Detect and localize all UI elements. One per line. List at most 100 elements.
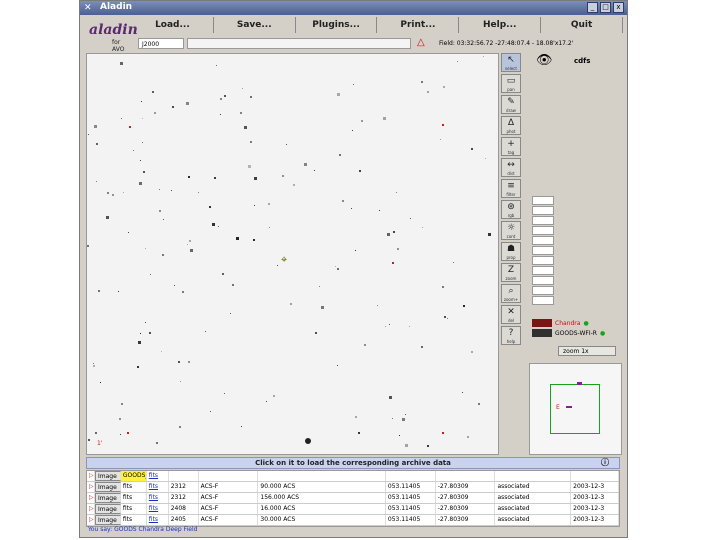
command-input[interactable] — [187, 38, 411, 49]
row-play-icon[interactable]: ▷ — [87, 482, 95, 492]
load-image-button[interactable]: Image — [94, 504, 121, 514]
star — [179, 426, 181, 428]
menu-load[interactable]: Load... — [132, 17, 214, 33]
tool-label: rgb — [507, 213, 515, 218]
tool-phot-button[interactable]: ∆ phot — [501, 116, 521, 135]
star — [140, 160, 141, 161]
tool-dist-button[interactable]: ↔ dist — [501, 158, 521, 177]
info-icon[interactable]: ⓘ — [601, 458, 609, 468]
eye-icon[interactable]: 👁 — [536, 53, 553, 68]
plane-slot[interactable] — [532, 256, 554, 265]
star — [364, 344, 366, 346]
load-image-button[interactable]: Image — [94, 493, 121, 503]
star — [293, 184, 295, 186]
star — [220, 98, 222, 100]
menu-save[interactable]: Save... — [214, 17, 296, 33]
plane-slot[interactable] — [532, 266, 554, 275]
table-row[interactable]: ▷ImageGOODS_CDFSfits — [87, 471, 619, 482]
plane-slot[interactable] — [532, 216, 554, 225]
tool-rgb-button[interactable]: ⊛ rgb — [501, 200, 521, 219]
cell-size: 2312 — [169, 493, 199, 503]
row-play-icon[interactable]: ▷ — [87, 493, 95, 503]
table-row[interactable]: ▷ Image fits fits 2408 ACS-F 16.000 ACS 053.114… — [87, 504, 619, 515]
tool-label: phot — [506, 129, 516, 134]
star — [282, 175, 284, 177]
cell-date — [571, 471, 619, 481]
status-dot-icon: ● — [599, 329, 606, 337]
star — [351, 208, 352, 209]
star — [467, 436, 469, 438]
zoom-thumbnail[interactable]: E — [529, 363, 622, 455]
tool-help-button[interactable]: ? help — [501, 326, 521, 345]
tool-pan-button[interactable]: ▭ pan — [501, 74, 521, 93]
archive-plane-icon — [532, 329, 552, 337]
star — [337, 93, 340, 96]
cell-date: 2003-12-3 — [571, 493, 619, 503]
star — [139, 182, 142, 185]
star — [154, 112, 156, 114]
star — [405, 414, 406, 415]
close-button[interactable]: x — [613, 2, 624, 13]
star — [188, 176, 190, 178]
tool-select-button[interactable]: ↖ select — [501, 53, 521, 72]
crosshair-icon: + — [507, 139, 515, 149]
star — [405, 444, 408, 447]
row-play-icon[interactable]: ▷ — [87, 471, 95, 481]
archive-row-chandra[interactable]: Chandra ● — [532, 318, 622, 328]
thumb-label: E — [556, 404, 560, 411]
cell-size — [169, 471, 199, 481]
star — [145, 322, 146, 323]
star — [120, 62, 123, 65]
cell-fmt[interactable]: fits — [147, 482, 169, 492]
tool-zoom-button[interactable]: Zzoom — [501, 263, 521, 282]
plane-slot[interactable] — [532, 276, 554, 285]
star — [353, 84, 354, 85]
row-play-icon[interactable]: ▷ — [87, 504, 95, 514]
plane-slot[interactable] — [532, 286, 554, 295]
star — [188, 361, 190, 363]
tool-draw-button[interactable]: ✎ draw — [501, 95, 521, 114]
warning-icon[interactable]: △ — [417, 37, 425, 48]
tool-filter-button[interactable]: ≡ filter — [501, 179, 521, 198]
load-image-button[interactable]: Image — [94, 482, 121, 492]
app-icon: ✕ — [84, 3, 92, 13]
plane-slot[interactable] — [532, 296, 554, 305]
sky-image-view[interactable]: ⌖ 1' — [86, 53, 499, 455]
plane-slot[interactable] — [532, 196, 554, 205]
tool-del-button[interactable]: ✕ del — [501, 305, 521, 324]
plane-slot[interactable] — [532, 206, 554, 215]
epoch-select[interactable]: J2000 — [138, 38, 184, 49]
maximize-button[interactable]: □ — [600, 2, 611, 13]
load-image-button[interactable]: Image — [94, 471, 121, 481]
star — [137, 366, 139, 368]
star — [142, 142, 143, 143]
zoom-select[interactable]: zoom 1x — [558, 346, 616, 356]
cell-fmt[interactable]: fits — [147, 493, 169, 503]
tool-label: draw — [506, 108, 516, 113]
tool-cont-button[interactable]: ☼ cont — [501, 221, 521, 240]
star — [152, 91, 154, 93]
tool-zoom-button[interactable]: ⌕ zoom+ — [501, 284, 521, 303]
minimize-button[interactable]: _ — [587, 2, 598, 13]
plane-slot[interactable] — [532, 246, 554, 255]
plane-slot[interactable] — [532, 236, 554, 245]
table-row[interactable]: ▷ Image fits fits 2312 ACS-F 156.000 ACS 053.11… — [87, 493, 619, 504]
star — [478, 403, 480, 405]
archive-row-goods[interactable]: GOODS-WFI-R ● — [532, 328, 622, 338]
cell-fmt[interactable]: fits — [147, 471, 169, 481]
star — [337, 268, 339, 270]
plane-slot[interactable] — [532, 226, 554, 235]
star — [174, 285, 175, 286]
cell-fmt[interactable]: fits — [147, 504, 169, 514]
menu-print[interactable]: Print... — [377, 17, 460, 33]
menu-help[interactable]: Help... — [459, 17, 542, 33]
tool-prop-button[interactable]: ☗ prop — [501, 242, 521, 261]
crosshair-cursor: ⌖ — [281, 253, 288, 266]
tool-tag-button[interactable]: + tag — [501, 137, 521, 156]
archive-name: GOODS-WFI-R — [555, 329, 597, 337]
source-marker — [392, 262, 394, 264]
star — [254, 205, 255, 206]
menu-plugins[interactable]: Plugins... — [296, 17, 378, 33]
menu-quit[interactable]: Quit — [541, 17, 623, 33]
table-row[interactable]: ▷ Image fits fits 2312 ACS-F 90.000 ACS 053.114… — [87, 482, 619, 493]
